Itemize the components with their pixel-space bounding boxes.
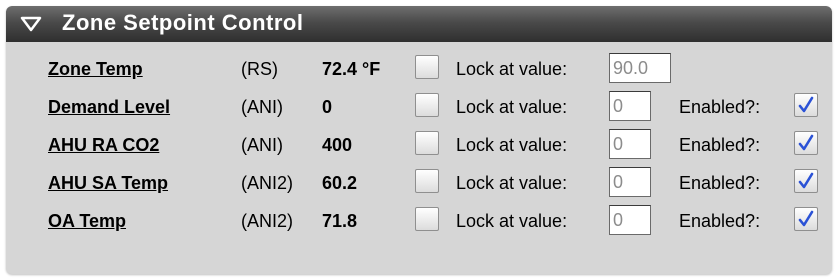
point-value: 72.4 °F [322,59,381,79]
enabled-checkbox[interactable] [794,93,818,117]
setpoint-row-oa-temp: OA Temp (ANI2) 71.8 Lock at value: Enabl… [6,204,832,240]
lock-value-input[interactable] [609,91,651,121]
point-value: 71.8 [322,211,358,231]
point-link[interactable]: OA Temp [48,211,126,232]
point-type: (RS) [241,59,278,79]
lock-value-input[interactable] [609,129,651,159]
point-type: (ANI2) [241,211,294,231]
point-value: 400 [322,135,353,155]
lock-checkbox[interactable] [415,55,439,79]
lock-label: Lock at value: [456,173,568,193]
zone-setpoint-panel: Zone Setpoint Control Zone Temp (RS) 72.… [6,6,832,274]
point-type: (ANI) [241,97,283,117]
lock-label: Lock at value: [456,97,568,117]
point-link[interactable]: AHU SA Temp [48,173,168,194]
point-value: 60.2 [322,173,358,193]
point-link[interactable]: Zone Temp [48,59,143,80]
lock-label: Lock at value: [456,135,568,155]
lock-value-input[interactable] [609,205,651,235]
point-link[interactable]: Demand Level [48,97,170,118]
lock-checkbox[interactable] [415,131,439,155]
check-mark-icon [798,96,814,113]
panel-header[interactable]: Zone Setpoint Control [6,6,832,42]
lock-value-input[interactable] [609,167,651,197]
lock-label: Lock at value: [456,211,568,231]
enabled-label: Enabled?: [679,135,761,155]
lock-checkbox[interactable] [415,207,439,231]
lock-checkbox[interactable] [415,169,439,193]
setpoint-row-zone-temp: Zone Temp (RS) 72.4 °F Lock at value: [6,52,832,88]
point-type: (ANI) [241,135,283,155]
enabled-checkbox[interactable] [794,207,818,231]
enabled-label: Enabled?: [679,173,761,193]
setpoint-row-demand-level: Demand Level (ANI) 0 Lock at value: Enab… [6,90,832,126]
check-mark-icon [798,210,814,227]
triangle-down-icon[interactable] [20,15,42,33]
point-type: (ANI2) [241,173,294,193]
setpoint-row-ahu-ra-co2: AHU RA CO2 (ANI) 400 Lock at value: Enab… [6,128,832,164]
lock-checkbox[interactable] [415,93,439,117]
enabled-label: Enabled?: [679,97,761,117]
setpoint-row-ahu-sa-temp: AHU SA Temp (ANI2) 60.2 Lock at value: E… [6,166,832,202]
lock-value-input[interactable] [609,53,671,83]
lock-label: Lock at value: [456,59,568,79]
check-mark-icon [798,172,814,189]
enabled-label: Enabled?: [679,211,761,231]
enabled-checkbox[interactable] [794,131,818,155]
enabled-checkbox[interactable] [794,169,818,193]
panel-title: Zone Setpoint Control [62,10,304,35]
check-mark-icon [798,134,814,151]
point-value: 0 [322,97,333,117]
point-link[interactable]: AHU RA CO2 [48,135,159,156]
